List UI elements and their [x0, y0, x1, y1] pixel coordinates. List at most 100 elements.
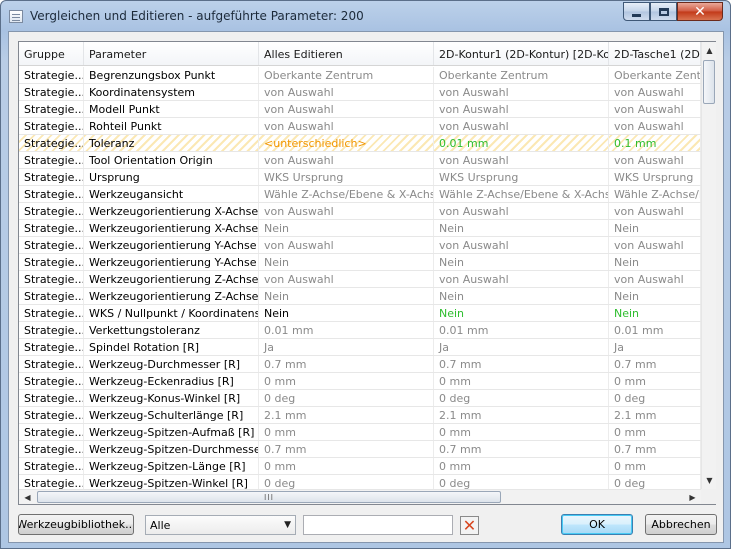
contour-value-cell[interactable]: Oberkante Zentrum	[434, 67, 609, 83]
table-row[interactable]: Strategie... Werkzeug-Spitzen-Winkel [R] 0…	[19, 475, 701, 489]
pocket-value-cell[interactable]: Nein	[609, 220, 701, 236]
pocket-value-cell[interactable]: von Auswahl	[609, 84, 701, 100]
edit-all-cell[interactable]: 0.7 mm	[259, 441, 434, 457]
table-row[interactable]: Strategie... Koordinatensystem von Auswahl…	[19, 84, 701, 101]
table-row[interactable]: Strategie... Werkzeugorientierung Y-Achse…	[19, 237, 701, 254]
filter-select[interactable]: Alle ▼	[145, 515, 296, 535]
pocket-value-cell[interactable]: von Auswahl	[609, 101, 701, 117]
contour-value-cell[interactable]: 0 deg	[434, 475, 609, 489]
contour-value-cell[interactable]: von Auswahl	[434, 101, 609, 117]
contour-value-cell[interactable]: 0 mm	[434, 424, 609, 440]
ok-button[interactable]: OK	[561, 514, 633, 535]
column-header-parameter[interactable]: Parameter	[84, 42, 259, 65]
edit-all-cell[interactable]: Nein	[259, 220, 434, 236]
edit-all-cell[interactable]: 0 deg	[259, 390, 434, 406]
table-row[interactable]: Strategie... Werkzeug-Durchmesser [R] 0.7 …	[19, 356, 701, 373]
table-row[interactable]: Strategie... Begrenzungsbox Punkt Oberkant…	[19, 67, 701, 84]
pocket-value-cell[interactable]: von Auswahl	[609, 118, 701, 134]
contour-value-cell[interactable]: von Auswahl	[434, 237, 609, 253]
edit-all-cell[interactable]: Oberkante Zentrum	[259, 67, 434, 83]
edit-all-cell[interactable]: <unterschiedlich>	[259, 135, 434, 151]
contour-value-cell[interactable]: 0.01 mm	[434, 135, 609, 151]
contour-value-cell[interactable]: 0.7 mm	[434, 441, 609, 457]
table-row[interactable]: Strategie... Werkzeugorientierung Z-Achse…	[19, 271, 701, 288]
pocket-value-cell[interactable]: 0 mm	[609, 373, 701, 389]
tool-library-button[interactable]: Werkzeugbibliothek...	[18, 514, 134, 535]
contour-value-cell[interactable]: 0 mm	[434, 458, 609, 474]
table-row[interactable]: Strategie... Werkzeug-Eckenradius [R] 0 mm…	[19, 373, 701, 390]
edit-all-cell[interactable]: 0 deg	[259, 475, 434, 489]
edit-all-cell[interactable]: 2.1 mm	[259, 407, 434, 423]
contour-value-cell[interactable]: 0.01 mm	[434, 322, 609, 338]
edit-all-cell[interactable]: 0.7 mm	[259, 356, 434, 372]
search-input[interactable]	[303, 515, 453, 535]
contour-value-cell[interactable]: von Auswahl	[434, 203, 609, 219]
table-row[interactable]: Strategie... Werkzeugorientierung Z-Achse…	[19, 288, 701, 305]
table-row[interactable]: Strategie... Werkzeug-Spitzen-Länge [R] 0 …	[19, 458, 701, 475]
table-row[interactable]: Strategie... Toleranz <unterschiedlich> 0.0…	[19, 135, 701, 152]
pocket-value-cell[interactable]: 0.7 mm	[609, 441, 701, 457]
vertical-scroll-thumb[interactable]	[703, 60, 715, 104]
contour-value-cell[interactable]: Nein	[434, 288, 609, 304]
contour-value-cell[interactable]: 0 deg	[434, 390, 609, 406]
column-header-group[interactable]: Gruppe	[19, 42, 84, 65]
contour-value-cell[interactable]: Wähle Z-Achse/Ebene & X-Achse	[434, 186, 609, 202]
pocket-value-cell[interactable]: Nein	[609, 288, 701, 304]
edit-all-cell[interactable]: WKS Ursprung	[259, 169, 434, 185]
horizontal-scrollbar[interactable]: ◀ III ▶	[19, 489, 701, 504]
scroll-right-arrow-icon[interactable]: ▶	[684, 490, 701, 505]
table-row[interactable]: Strategie... Werkzeug-Schulterlänge [R] 2.…	[19, 407, 701, 424]
pocket-value-cell[interactable]: von Auswahl	[609, 203, 701, 219]
contour-value-cell[interactable]: von Auswahl	[434, 271, 609, 287]
pocket-value-cell[interactable]: von Auswahl	[609, 152, 701, 168]
edit-all-cell[interactable]: 0 mm	[259, 424, 434, 440]
contour-value-cell[interactable]: 0.7 mm	[434, 356, 609, 372]
column-header-2d-contour[interactable]: 2D-Kontur1 (2D-Kontur) [2D-Ko...	[434, 42, 609, 65]
contour-value-cell[interactable]: Nein	[434, 220, 609, 236]
pocket-value-cell[interactable]: von Auswahl	[609, 271, 701, 287]
column-header-2d-pocket[interactable]: 2D-Tasche1 (2D-T	[609, 42, 701, 65]
edit-all-cell[interactable]: von Auswahl	[259, 203, 434, 219]
pocket-value-cell[interactable]: 0 mm	[609, 424, 701, 440]
column-header-edit-all[interactable]: Alles Editieren	[259, 42, 434, 65]
pocket-value-cell[interactable]: Ja	[609, 339, 701, 355]
edit-all-cell[interactable]: 0 mm	[259, 373, 434, 389]
clear-search-button[interactable]: ✕	[460, 516, 479, 535]
contour-value-cell[interactable]: WKS Ursprung	[434, 169, 609, 185]
table-row[interactable]: Strategie... Tool Orientation Origin von A…	[19, 152, 701, 169]
horizontal-scroll-thumb[interactable]: III	[37, 491, 501, 503]
pocket-value-cell[interactable]: WKS Ursprung	[609, 169, 701, 185]
scroll-down-arrow-icon[interactable]: ▼	[702, 472, 717, 489]
edit-all-cell[interactable]: von Auswahl	[259, 118, 434, 134]
pocket-value-cell[interactable]: Nein	[609, 305, 701, 321]
table-row[interactable]: Strategie... Werkzeugorientierung Y-Achse…	[19, 254, 701, 271]
table-row[interactable]: Strategie... Verkettungstoleranz 0.01 mm 0.…	[19, 322, 701, 339]
edit-all-cell[interactable]: Ja	[259, 339, 434, 355]
table-row[interactable]: Strategie... Spindel Rotation [R] Ja Ja Ja	[19, 339, 701, 356]
contour-value-cell[interactable]: von Auswahl	[434, 118, 609, 134]
edit-all-cell[interactable]: von Auswahl	[259, 84, 434, 100]
contour-value-cell[interactable]: von Auswahl	[434, 84, 609, 100]
table-row[interactable]: Strategie... Rohteil Punkt von Auswahl von …	[19, 118, 701, 135]
contour-value-cell[interactable]: Nein	[434, 305, 609, 321]
table-row[interactable]: Strategie... Ursprung WKS Ursprung WKS Ursp…	[19, 169, 701, 186]
pocket-value-cell[interactable]: Wähle Z-Achse/Eb	[609, 186, 701, 202]
table-row[interactable]: Strategie... Werkzeug-Spitzen-Aufmaß [R] 0…	[19, 424, 701, 441]
pocket-value-cell[interactable]: von Auswahl	[609, 237, 701, 253]
edit-all-cell[interactable]: von Auswahl	[259, 237, 434, 253]
scroll-up-arrow-icon[interactable]: ▲	[702, 42, 717, 59]
contour-value-cell[interactable]: von Auswahl	[434, 152, 609, 168]
edit-all-cell[interactable]: 0 mm	[259, 458, 434, 474]
edit-all-cell[interactable]: von Auswahl	[259, 271, 434, 287]
table-row[interactable]: Strategie... Werkzeugansicht Wähle Z-Achse…	[19, 186, 701, 203]
table-row[interactable]: Strategie... WKS / Nullpunkt / Koordinate…	[19, 305, 701, 322]
close-button[interactable]: ✕	[677, 2, 723, 21]
contour-value-cell[interactable]: Nein	[434, 254, 609, 270]
contour-value-cell[interactable]: 2.1 mm	[434, 407, 609, 423]
contour-value-cell[interactable]: 0 mm	[434, 373, 609, 389]
table-row[interactable]: Strategie... Werkzeug-Konus-Winkel [R] 0 d…	[19, 390, 701, 407]
pocket-value-cell[interactable]: 0.01 mm	[609, 322, 701, 338]
cancel-button[interactable]: Abbrechen	[645, 514, 717, 535]
maximize-button[interactable]	[650, 2, 677, 21]
pocket-value-cell[interactable]: Oberkante Zentrum	[609, 67, 701, 83]
